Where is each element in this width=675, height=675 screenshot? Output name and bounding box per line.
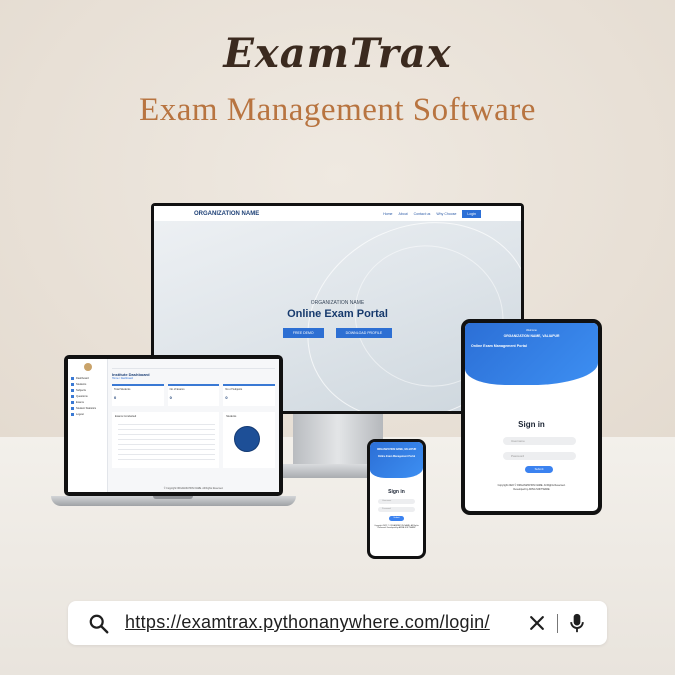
sidebar-item-label: Logout [76, 412, 84, 416]
nav-link-why-choose[interactable]: Why Choose [436, 212, 456, 216]
laptop-screen: Dashboard Students Subjects Questions Ex… [68, 359, 279, 492]
tablet-submit-button[interactable]: Submit [525, 466, 553, 473]
laptop-footer: © Copyright ORGANIZATION NAME. All Right… [163, 488, 224, 490]
pie-circle [234, 426, 261, 452]
phone-screen: ORGANIZATION NAME, VALIAPUR Online Exam … [370, 442, 423, 556]
phone-header: ORGANIZATION NAME, VALIAPUR Online Exam … [370, 442, 423, 478]
phone-system-name: Online Exam Management Portal [377, 455, 416, 458]
logout-icon [71, 412, 74, 416]
stat-card: No of Subjects 0 [223, 384, 276, 406]
phone-org: ORGANIZATION NAME, VALIAPUR [376, 448, 417, 451]
pie-title: Students [226, 415, 237, 418]
stat-value: 0 [225, 395, 228, 400]
monitor-nav-links: Home About Contact us Why Choose Login [383, 209, 481, 218]
phone-username-input[interactable]: Username [378, 499, 415, 504]
breadcrumb[interactable]: Home / Dashboard [112, 377, 275, 380]
tablet-username-input[interactable]: Username [503, 437, 576, 445]
monitor-org-name: ORGANIZATION NAME [194, 210, 260, 217]
sidebar-item-label: Exams [76, 400, 84, 404]
url-text[interactable]: https://examtrax.pythonanywhere.com/logi… [125, 612, 490, 633]
monitor-login-button[interactable]: Login [462, 209, 481, 218]
phone: ORGANIZATION NAME, VALIAPUR Online Exam … [367, 439, 426, 559]
brand-title: ExamTrax [223, 30, 452, 77]
free-demo-button[interactable]: FREE DEMO [282, 328, 324, 338]
questions-icon [71, 394, 74, 398]
tablet-sign-in-title: Sign in [518, 420, 545, 429]
dashboard-charts: Exams Conducted Students [112, 412, 275, 468]
sidebar-item-label: Questions [76, 394, 88, 398]
tablet-developer: Developed by ARIVA SOFTWARE [513, 488, 550, 491]
exams-chart: Exams Conducted [112, 412, 220, 468]
laptop-notch [153, 496, 193, 499]
avatar [83, 363, 92, 371]
stat-label: Total Students [114, 388, 131, 391]
phone-copyright: Copyright 2022 © ORGANIZATION NAME. All … [374, 525, 419, 530]
phone-sign-in-title: Sign in [388, 489, 405, 495]
subjects-icon [71, 388, 74, 392]
nav-link-contact[interactable]: Contact us [414, 212, 431, 216]
students-icon [71, 382, 74, 386]
stat-cards: Total Students 0 No of Exams 0 No of Subje… [112, 384, 276, 406]
sidebar-item-label: Students [76, 382, 87, 386]
close-icon[interactable] [527, 613, 547, 633]
laptop: Dashboard Students Subjects Questions Ex… [64, 355, 283, 496]
nav-link-about[interactable]: About [398, 212, 407, 216]
tablet-password-input[interactable]: Password [503, 452, 576, 460]
laptop-topbar [112, 363, 275, 369]
phone-submit-button[interactable]: Submit [389, 516, 404, 521]
search-icon[interactable] [88, 613, 110, 635]
sidebar-item-label: Subjects [76, 388, 86, 392]
tablet-copyright: Copyright 2022 © ORGANIZATION NAME. All … [497, 484, 566, 487]
statistics-icon [71, 406, 74, 410]
microphone-icon[interactable] [567, 612, 587, 634]
dashboard-icon [71, 376, 74, 380]
nav-link-home[interactable]: Home [383, 212, 392, 216]
monitor-navbar: ORGANIZATION NAME Home About Contact us … [154, 206, 521, 221]
tagline: Exam Management Software [139, 92, 536, 128]
tablet-welcome: Welcome [526, 329, 537, 332]
sidebar-item-label: Student Statistics [76, 406, 97, 410]
stat-value: 0 [169, 395, 172, 400]
exams-icon [71, 400, 74, 404]
hero-title: Online Exam Portal [287, 308, 388, 320]
tablet-screen: Welcome ORGANIZATION NAME, VALIAPUR Onli… [465, 323, 598, 511]
tablet-system-name: Online Exam Management Portal [471, 344, 527, 348]
stat-label: No of Exams [169, 388, 185, 391]
download-profile-button[interactable]: DOWNLOAD PROFILE [335, 328, 393, 338]
students-pie: Students [223, 412, 275, 468]
sidebar-item-label: Dashboard [76, 376, 89, 380]
chart-title: Exams Conducted [115, 415, 137, 418]
url-search-bar[interactable]: https://examtrax.pythonanywhere.com/logi… [68, 601, 607, 645]
sidebar-item-logout[interactable]: Logout [68, 411, 107, 417]
laptop-sidebar: Dashboard Students Subjects Questions Ex… [68, 359, 108, 492]
tablet-org: ORGANIZATION NAME, VALIAPUR [503, 334, 560, 338]
url-divider [557, 614, 558, 633]
tablet: Welcome ORGANIZATION NAME, VALIAPUR Onli… [461, 319, 602, 515]
laptop-main: Institute Dashboard Home / Dashboard Tot… [108, 359, 279, 492]
phone-password-input[interactable]: Password [378, 507, 415, 512]
chart-grid [118, 424, 216, 462]
stat-card: Total Students 0 [112, 384, 164, 406]
stat-label: No of Subjects [225, 388, 243, 391]
stat-value: 0 [114, 395, 117, 400]
tablet-header: Welcome ORGANIZATION NAME, VALIAPUR Onli… [465, 323, 598, 385]
hero-subtitle: ORGANIZATION NAME [310, 300, 365, 306]
stat-card: No of Exams 0 [167, 384, 220, 406]
